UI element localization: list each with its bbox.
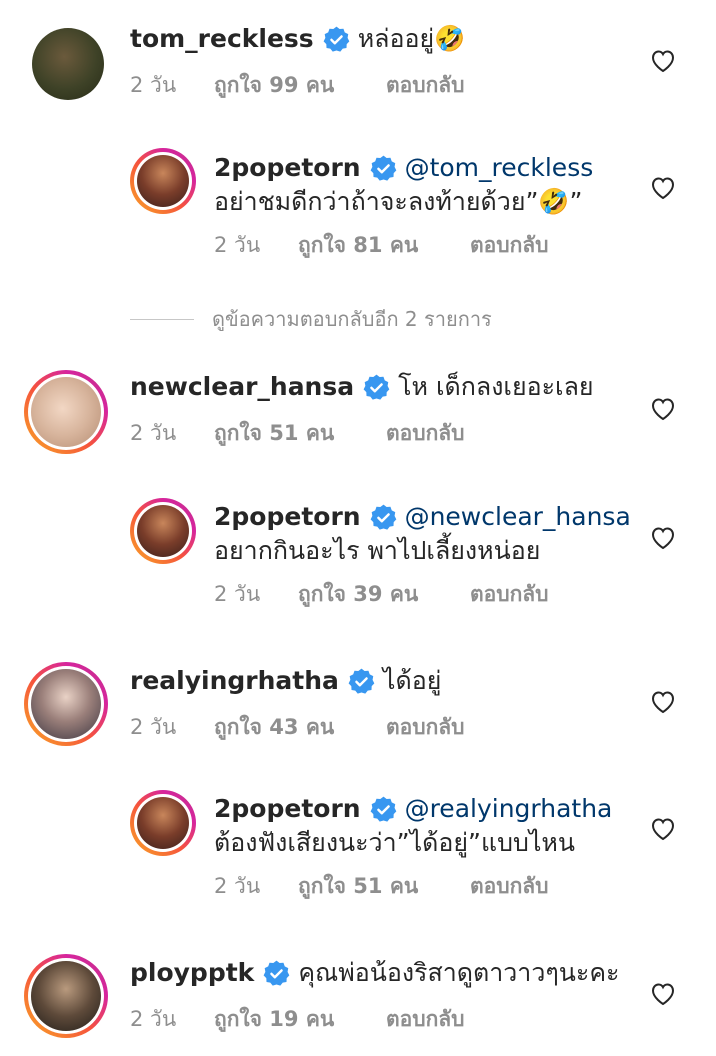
username[interactable]: newclear_hansa [130, 370, 354, 404]
timestamp: 2 วัน [130, 421, 177, 445]
likes-count[interactable]: ถูกใจ 51 คน [298, 870, 470, 903]
reply-button[interactable]: ตอบกลับ [470, 870, 549, 903]
username[interactable]: 2popetorn [214, 500, 361, 534]
mention-link[interactable]: @tom_reckless [405, 151, 594, 185]
username[interactable]: 2popetorn [214, 151, 361, 185]
likes-count[interactable]: ถูกใจ 99 คน [214, 69, 386, 102]
reply-button[interactable]: ตอบกลับ [386, 1003, 465, 1036]
comment-text: โห เด็กลงเยอะเลย [398, 372, 594, 401]
avatar[interactable] [130, 498, 196, 564]
username[interactable]: ploypptk [130, 956, 254, 990]
verified-badge-icon [323, 26, 350, 52]
likes-count[interactable]: ถูกใจ 81 คน [298, 229, 470, 262]
heart-icon[interactable] [650, 982, 676, 1006]
timestamp: 2 วัน [130, 1007, 177, 1031]
view-more-replies-button[interactable]: ดูข้อความตอบกลับอีก 2 รายการ [130, 303, 492, 335]
timestamp: 2 วัน [130, 715, 177, 739]
timestamp: 2 วัน [214, 874, 261, 898]
comment-text: ต้องฟังเสียงนะว่า”ได้อยู่”แบบไหน [214, 828, 575, 857]
likes-count[interactable]: ถูกใจ 39 คน [298, 578, 470, 611]
mention-link[interactable]: @newclear_hansa [405, 500, 631, 534]
heart-icon[interactable] [650, 526, 676, 550]
divider [130, 318, 194, 320]
verified-badge-icon [263, 960, 290, 986]
verified-badge-icon [370, 796, 396, 822]
heart-icon[interactable] [650, 397, 676, 421]
heart-icon[interactable] [650, 49, 676, 73]
mention-link[interactable]: @realyingrhatha [405, 792, 613, 826]
heart-icon[interactable] [650, 690, 676, 714]
timestamp: 2 วัน [214, 233, 261, 257]
likes-count[interactable]: ถูกใจ 51 คน [214, 417, 386, 450]
heart-icon[interactable] [650, 176, 676, 200]
verified-badge-icon [370, 155, 396, 181]
verified-badge-icon [370, 504, 396, 530]
comment-text: ได้อยู่ [382, 666, 442, 695]
avatar[interactable] [24, 954, 108, 1038]
username[interactable]: tom_reckless [130, 22, 314, 56]
avatar[interactable] [24, 662, 108, 746]
reply-button[interactable]: ตอบกลับ [470, 578, 549, 611]
likes-count[interactable]: ถูกใจ 19 คน [214, 1003, 386, 1036]
comment-text: หล่ออยู่🤣 [357, 24, 466, 53]
reply-button[interactable]: ตอบกลับ [386, 711, 465, 744]
avatar[interactable] [130, 148, 196, 214]
comment-text: อย่าชมดีกว่าถ้าจะลงท้ายด้วย”🤣” [214, 187, 583, 216]
avatar[interactable] [32, 28, 104, 100]
view-more-replies-label: ดูข้อความตอบกลับอีก 2 รายการ [212, 307, 492, 331]
avatar[interactable] [130, 790, 196, 856]
verified-badge-icon [363, 374, 390, 400]
timestamp: 2 วัน [214, 582, 261, 606]
username[interactable]: 2popetorn [214, 792, 361, 826]
comment-text: คุณพ่อน้องริสาดูตาวาวๆนะคะ [298, 958, 620, 987]
username[interactable]: realyingrhatha [130, 664, 339, 698]
reply-button[interactable]: ตอบกลับ [470, 229, 549, 262]
reply-button[interactable]: ตอบกลับ [386, 69, 465, 102]
timestamp: 2 วัน [130, 73, 177, 97]
likes-count[interactable]: ถูกใจ 43 คน [214, 711, 386, 744]
verified-badge-icon [348, 668, 375, 694]
reply-button[interactable]: ตอบกลับ [386, 417, 465, 450]
comment-text: อยากกินอะไร พาไปเลี้ยงหน่อย [214, 536, 541, 565]
heart-icon[interactable] [650, 817, 676, 841]
avatar[interactable] [24, 370, 108, 454]
